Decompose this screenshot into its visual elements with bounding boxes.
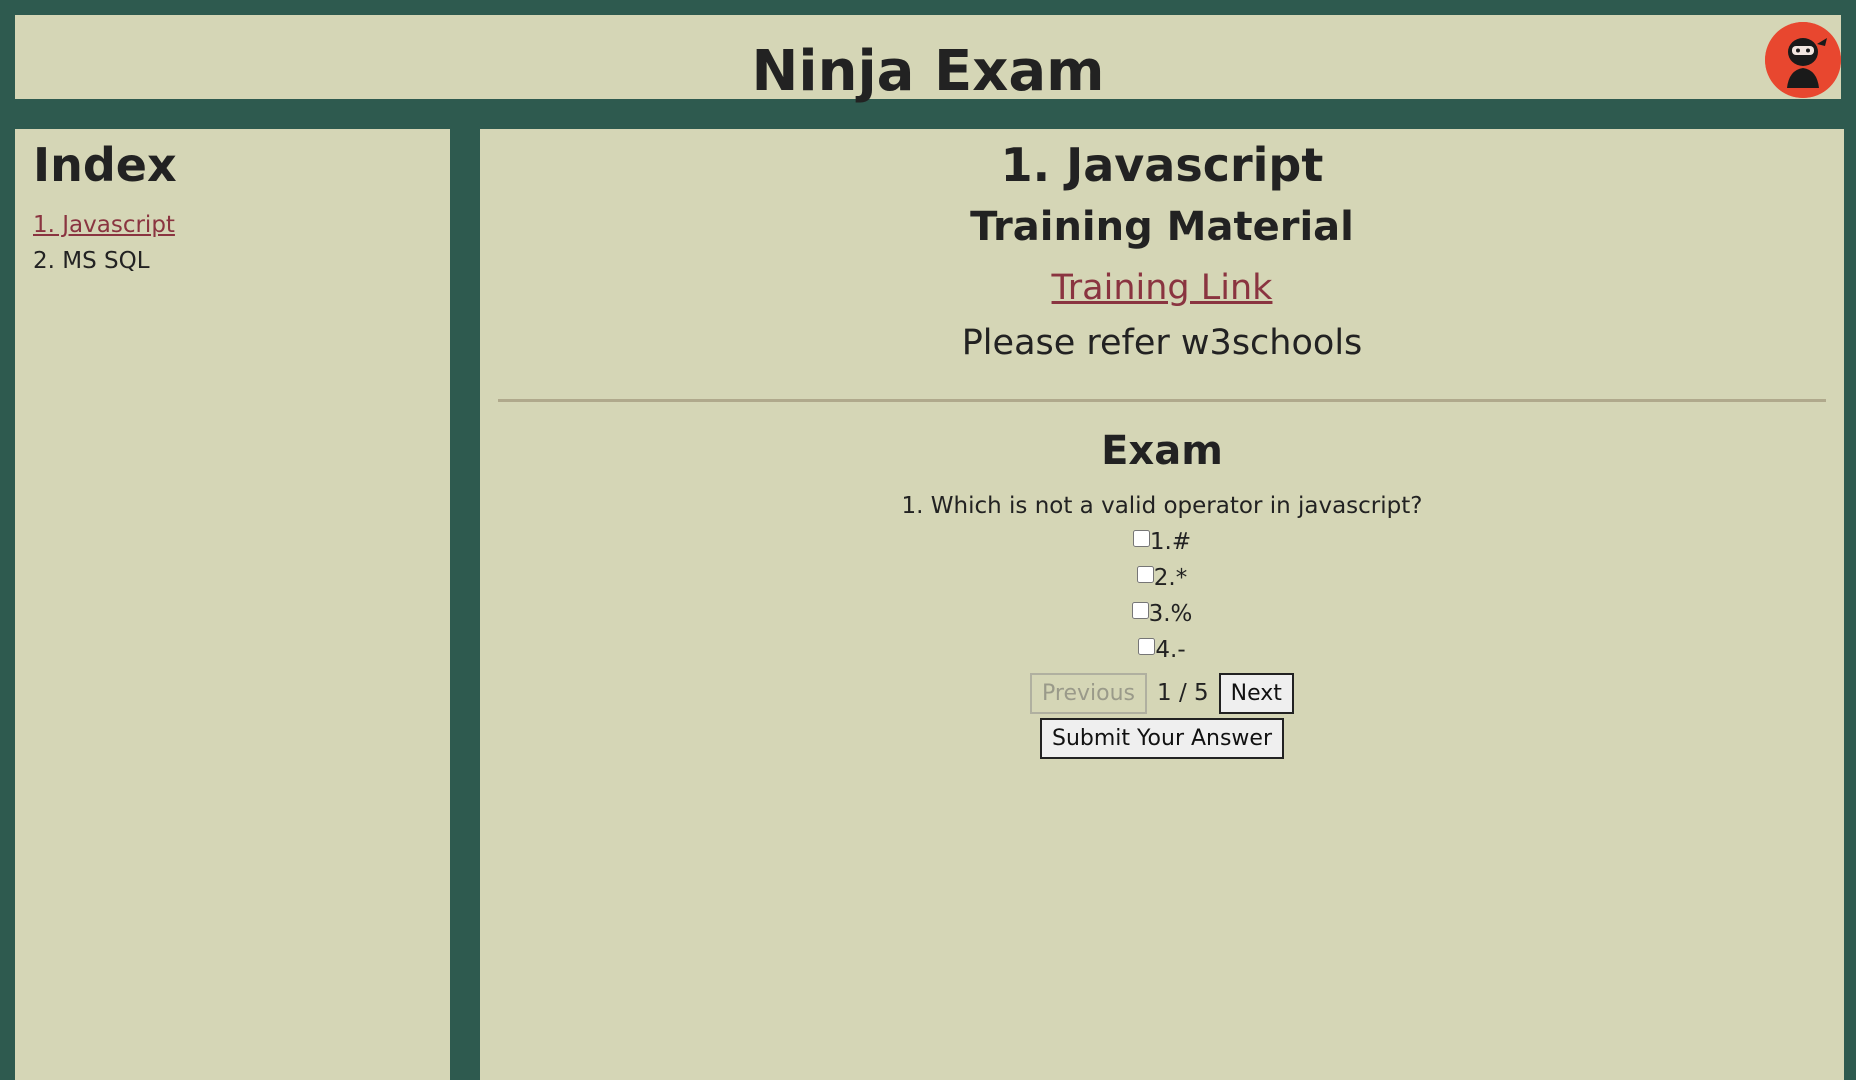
sidebar: Index 1. Javascript 2. MS SQL (15, 129, 450, 1080)
answer-option: 2.* (498, 560, 1826, 596)
training-link[interactable]: Training Link (1052, 263, 1273, 313)
sidebar-item-label[interactable]: 1. Javascript (33, 212, 175, 238)
answer-checkbox[interactable] (1138, 638, 1156, 655)
answer-option: 3.% (498, 596, 1826, 632)
page-count: 1 / 5 (1157, 680, 1209, 706)
answer-option-label: 2.* (1153, 565, 1188, 591)
header: Ninja Exam (15, 15, 1841, 104)
page-title: Ninja Exam (751, 39, 1105, 104)
training-material-heading: Training Material (970, 204, 1354, 250)
ninja-icon[interactable] (1765, 22, 1841, 98)
sidebar-item-ms-sql[interactable]: 2. MS SQL (33, 243, 432, 279)
answer-option-label: 3.% (1148, 601, 1193, 627)
previous-button[interactable]: Previous (1030, 672, 1148, 714)
answer-checkbox[interactable] (1132, 530, 1150, 547)
training-note: Please refer w3schools (961, 323, 1363, 363)
exam-heading: Exam (1101, 428, 1223, 474)
answer-option: 4.- (498, 632, 1826, 668)
next-button[interactable]: Next (1218, 672, 1294, 714)
submit-answer-button[interactable]: Submit Your Answer (1039, 718, 1285, 759)
question-text: 1. Which is not a valid operator in java… (901, 493, 1423, 519)
answer-option: 1.# (498, 524, 1826, 560)
sidebar-item-label[interactable]: 2. MS SQL (33, 248, 150, 274)
main-content: 1. Javascript Training Material Training… (480, 129, 1844, 1080)
sidebar-title: Index (33, 138, 177, 192)
answer-option-label: 4.- (1155, 637, 1186, 663)
answer-checkbox[interactable] (1131, 602, 1149, 619)
sidebar-list: 1. Javascript 2. MS SQL (33, 207, 432, 279)
submit-row: Submit Your Answer (498, 718, 1826, 759)
answer-checkbox[interactable] (1136, 566, 1154, 583)
sidebar-item-javascript[interactable]: 1. Javascript (33, 207, 432, 243)
divider (498, 399, 1826, 402)
answer-option-label: 1.# (1149, 529, 1192, 555)
topic-title: 1. Javascript (1000, 138, 1324, 192)
pager: Previous 1 / 5 Next (498, 670, 1826, 716)
